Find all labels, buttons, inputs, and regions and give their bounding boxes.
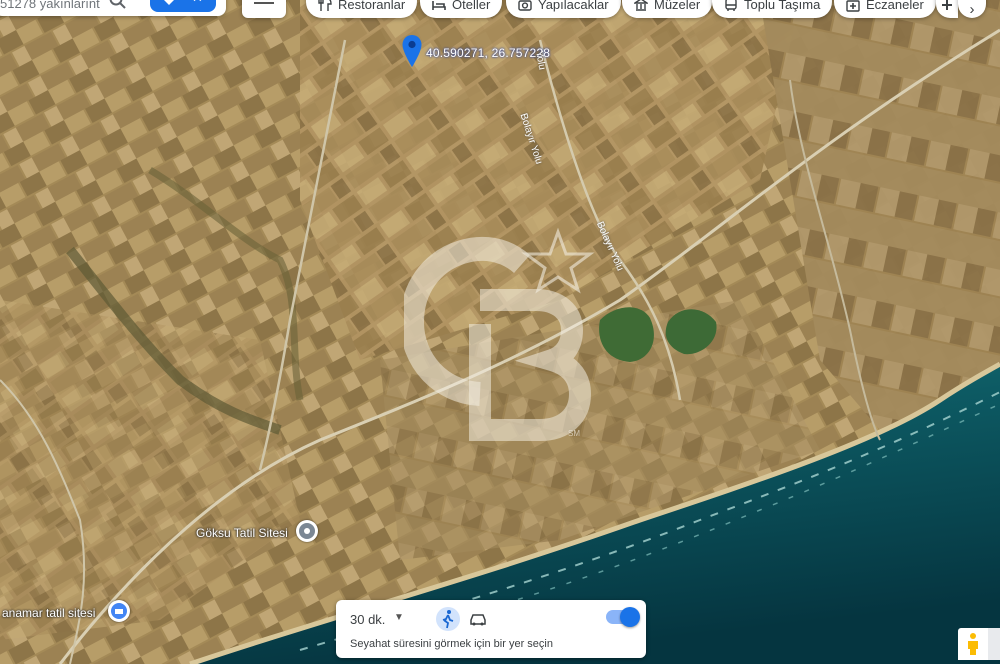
camera-icon — [518, 0, 532, 11]
menu-button[interactable] — [242, 0, 286, 18]
chip-label: Oteller — [452, 0, 491, 12]
chip-restaurants[interactable]: Restoranlar — [306, 0, 418, 18]
pin-coordinates-label: 40.590271, 26.757228 — [426, 46, 551, 60]
chip-museums[interactable]: Müzeler — [622, 0, 713, 18]
place-icon — [299, 523, 315, 539]
travel-hint-text: Seyahat süresini görmek için bir yer seç… — [350, 638, 553, 650]
directions-icon — [164, 0, 174, 5]
search-input[interactable]: 51278 yakınlarınt — [0, 0, 108, 11]
toggle-knob — [620, 607, 640, 627]
chip-label: Müzeler — [654, 0, 701, 12]
place-label-anamar[interactable]: anamar tatil sitesi — [2, 606, 95, 620]
travel-time-toggle[interactable] — [606, 607, 640, 627]
chevron-right-icon: › — [969, 1, 975, 18]
chip-label: Restoranlar — [338, 0, 406, 12]
travel-time-card: 30 dk. ▼ Seyahat süresini görmek için bi… — [336, 600, 646, 658]
map-controls-edge — [988, 628, 1000, 660]
chip-transit[interactable]: Toplu Taşıma — [712, 0, 833, 18]
hospital-icon — [942, 0, 952, 10]
place-marker-goksu[interactable] — [296, 520, 318, 542]
chip-pharmacies[interactable]: Eczaneler — [834, 0, 936, 18]
search-box[interactable]: 51278 yakınlarınt ✕ — [0, 0, 226, 16]
directions-button[interactable]: ✕ — [150, 0, 216, 12]
search-icon[interactable] — [108, 0, 128, 11]
pegman-icon — [968, 633, 978, 655]
car-icon[interactable] — [468, 609, 488, 629]
location-pin-icon[interactable] — [401, 34, 423, 68]
chip-things-to-do[interactable]: Yapılacaklar — [506, 0, 621, 18]
watermark-logo: SM — [404, 227, 595, 441]
walk-icon — [442, 610, 454, 629]
museum-icon — [634, 0, 648, 11]
travel-time-select[interactable]: 30 dk. — [350, 612, 385, 627]
dropdown-caret-icon[interactable]: ▼ — [394, 612, 404, 623]
watermark-sm: SM — [568, 429, 580, 438]
place-label-goksu[interactable]: Göksu Tatil Sitesi — [196, 526, 288, 540]
menu-icon — [254, 2, 274, 4]
close-icon[interactable]: ✕ — [192, 0, 203, 6]
pharmacy-icon — [846, 0, 860, 12]
walk-mode-button[interactable] — [436, 607, 460, 631]
hotel-icon — [111, 603, 127, 619]
chip-hotels[interactable]: Oteller — [420, 0, 503, 18]
chip-label: Yapılacaklar — [538, 0, 609, 12]
place-marker-anamar[interactable] — [108, 600, 130, 622]
street-view-button[interactable] — [958, 628, 988, 660]
chip-label: Toplu Taşıma — [744, 0, 821, 12]
bus-icon — [725, 0, 737, 11]
fork-knife-icon — [318, 0, 332, 11]
bed-icon — [432, 1, 446, 10]
chip-label: Eczaneler — [866, 0, 924, 12]
